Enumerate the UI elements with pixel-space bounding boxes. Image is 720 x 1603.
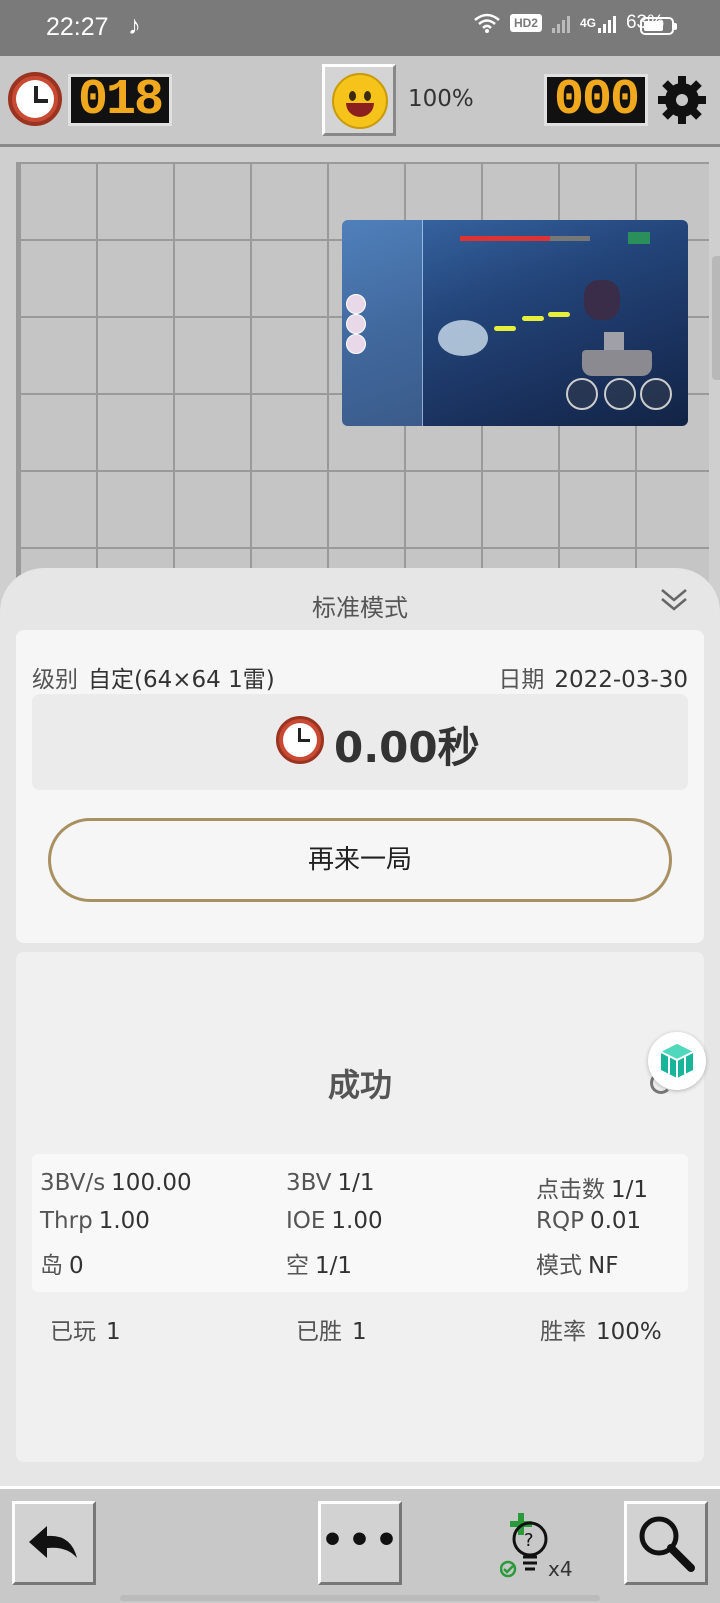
- clock-icon: [276, 716, 324, 764]
- more-icon: •••: [321, 1520, 403, 1561]
- status-bar: 22:27 ♪ HD2 4G 63%: [0, 0, 720, 56]
- nav-gesture-bar: [120, 1595, 600, 1601]
- gear-icon[interactable]: [656, 74, 708, 126]
- result-card: 级别 自定(64×64 1雷) 日期 2022-03-30 0.00秒 再来一局: [16, 630, 704, 943]
- chevron-double-down-icon[interactable]: [658, 584, 690, 614]
- result-status: 成功: [327, 1066, 392, 1104]
- stats-card: 成功 3BV/s 100.00 3BV 1/1 点击数 1/1 Thrp 1.00 IO…: [16, 952, 704, 1462]
- face-percent: 100%: [408, 86, 474, 112]
- stat-item: 3BV/s 100.00: [40, 1170, 192, 1196]
- battery-icon: [640, 17, 677, 35]
- signal-bars-2-icon: [597, 13, 616, 33]
- hint-count: x4: [548, 1557, 573, 1581]
- signal-bars-icon: [551, 13, 570, 33]
- svg-text:?: ?: [524, 1530, 534, 1551]
- stat-item: Thrp 1.00: [40, 1208, 150, 1234]
- smiley-icon: [332, 73, 388, 129]
- level-label: 级别: [32, 667, 78, 693]
- hd-badge: HD2: [509, 14, 542, 32]
- game-top-bar: 018 100% 000: [0, 56, 720, 147]
- clock-icon: [8, 72, 62, 126]
- bottom-toolbar: ••• ? x4: [0, 1486, 720, 1603]
- status-time: 22:27: [46, 13, 109, 41]
- play-again-button[interactable]: 再来一局: [48, 818, 672, 902]
- result-sheet: 标准模式 级别 自定(64×64 1雷) 日期 2022-03-30 0.00秒 再…: [0, 568, 720, 1488]
- status-indicators: HD2 4G 63%: [474, 12, 664, 34]
- back-button[interactable]: [12, 1501, 96, 1585]
- stat-item: 空 1/1: [286, 1253, 353, 1279]
- level-value: 自定(64×64 1雷): [88, 667, 275, 693]
- hint-button[interactable]: ? x4: [500, 1509, 580, 1589]
- search-button[interactable]: [624, 1501, 708, 1585]
- cube-icon: [660, 1044, 694, 1078]
- stats-grid: 3BV/s 100.00 3BV 1/1 点击数 1/1 Thrp 1.00 IOE 1.…: [32, 1154, 688, 1292]
- more-button[interactable]: •••: [318, 1501, 402, 1585]
- side-panel-handle[interactable]: [712, 256, 720, 380]
- date-label: 日期: [498, 667, 545, 693]
- level-info: 级别 自定(64×64 1雷): [32, 660, 275, 694]
- stat-item: 岛0: [40, 1253, 84, 1279]
- wifi-icon: [474, 13, 500, 33]
- summary-win-rate: 胜率 100%: [540, 1319, 662, 1345]
- summary-won: 已胜 1: [296, 1319, 367, 1345]
- floating-video-window[interactable]: [342, 220, 688, 426]
- floating-cube-button[interactable]: [648, 1032, 706, 1090]
- music-note-icon: ♪: [128, 10, 141, 40]
- time-result: 0.00秒: [334, 723, 480, 772]
- search-icon: [639, 1516, 695, 1572]
- date-info: 日期 2022-03-30: [498, 660, 688, 694]
- mine-counter: 000: [544, 74, 648, 126]
- stat-item: 点击数 1/1: [536, 1177, 649, 1203]
- time-result-box: 0.00秒: [32, 694, 688, 790]
- date-value: 2022-03-30: [554, 667, 688, 693]
- back-arrow-icon: [29, 1526, 77, 1558]
- summary-played: 已玩 1: [50, 1319, 121, 1345]
- sheet-title: 标准模式: [312, 594, 408, 622]
- stat-item: IOE 1.00: [286, 1208, 383, 1234]
- stat-item: RQP 0.01: [536, 1208, 642, 1234]
- stat-item: 3BV 1/1: [286, 1170, 375, 1196]
- timer-display: 018: [68, 74, 172, 126]
- stat-item: 模式 NF: [536, 1253, 619, 1279]
- reset-face-button[interactable]: [322, 64, 396, 136]
- network-type: 4G: [579, 16, 596, 30]
